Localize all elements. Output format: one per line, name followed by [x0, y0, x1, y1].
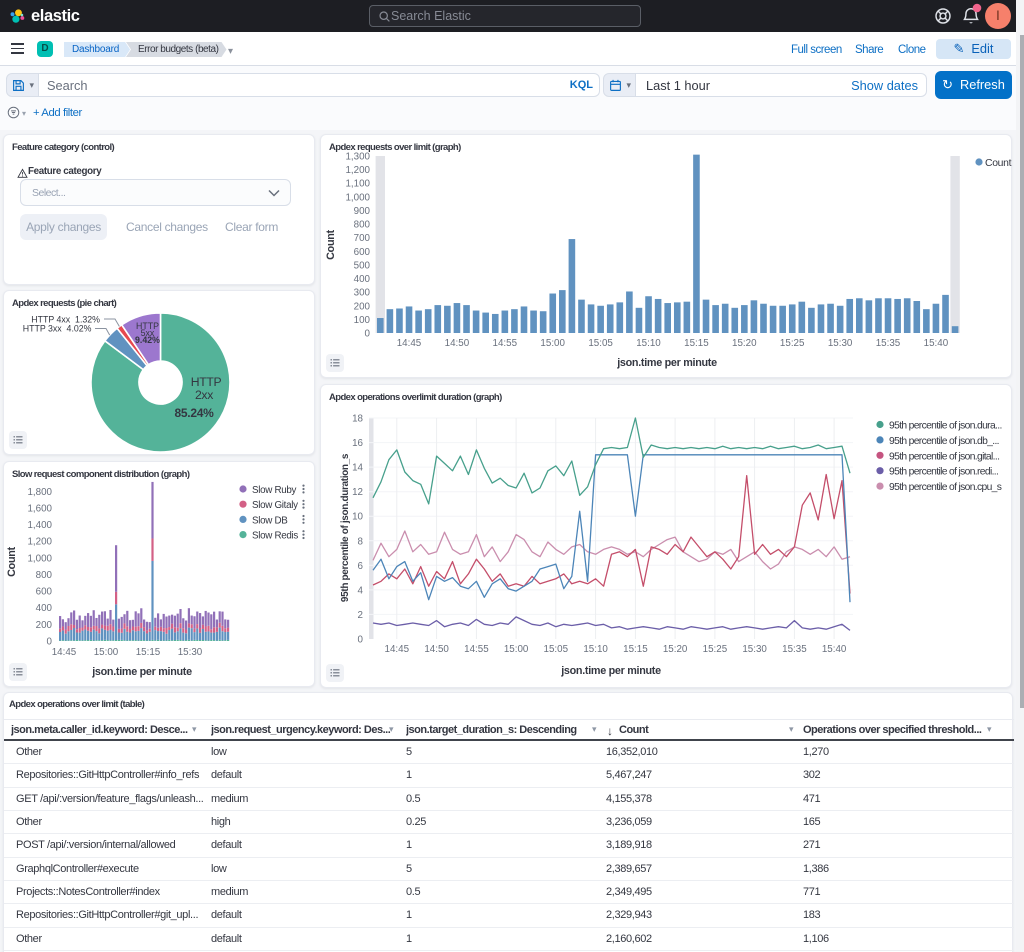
svg-text:14:45: 14:45	[397, 338, 422, 349]
svg-text:16: 16	[352, 438, 363, 449]
svg-text:200: 200	[354, 301, 371, 312]
svg-text:14:50: 14:50	[445, 338, 470, 349]
svg-text:14:45: 14:45	[385, 644, 410, 655]
svg-text:15:30: 15:30	[178, 647, 203, 658]
svg-text:15:20: 15:20	[663, 644, 688, 655]
svg-text:15:00: 15:00	[504, 644, 529, 655]
svg-text:Slow Gitaly: Slow Gitaly	[252, 500, 298, 511]
svg-text:1,600: 1,600	[27, 503, 52, 514]
svg-text:15:40: 15:40	[822, 644, 847, 655]
svg-text:4: 4	[358, 585, 364, 596]
svg-text:15:25: 15:25	[780, 338, 805, 349]
svg-text:Count: Count	[325, 229, 337, 259]
svg-text:1,800: 1,800	[27, 487, 52, 498]
svg-text:Slow Redis: Slow Redis	[252, 531, 298, 542]
svg-text:HTTP 3xx 4.02%: HTTP 3xx 4.02%	[23, 324, 92, 334]
svg-text:15:10: 15:10	[583, 644, 608, 655]
svg-text:Count: Count	[985, 158, 1012, 169]
svg-text:12: 12	[352, 487, 363, 498]
svg-text:15:15: 15:15	[136, 647, 161, 658]
svg-text:HTTP: HTTP	[191, 375, 222, 389]
svg-text:15:15: 15:15	[684, 338, 709, 349]
svg-text:14:45: 14:45	[52, 647, 77, 658]
svg-text:2xx: 2xx	[195, 388, 213, 402]
svg-text:15:30: 15:30	[742, 644, 767, 655]
svg-text:15:20: 15:20	[732, 338, 757, 349]
svg-text:400: 400	[354, 274, 371, 285]
svg-text:1,000: 1,000	[27, 553, 52, 564]
svg-text:15:35: 15:35	[782, 644, 807, 655]
svg-text:14:55: 14:55	[464, 644, 489, 655]
svg-text:15:10: 15:10	[636, 338, 661, 349]
svg-text:Count: Count	[6, 546, 18, 576]
svg-text:500: 500	[354, 260, 371, 271]
svg-text:json.time per minute: json.time per minute	[616, 357, 717, 369]
svg-text:6: 6	[358, 561, 364, 572]
svg-text:95th percentile of json.dura..: 95th percentile of json.dura...	[889, 421, 1002, 432]
svg-text:900: 900	[354, 206, 371, 217]
svg-text:95th percentile of json.durati: 95th percentile of json.duration_s	[340, 453, 351, 602]
svg-text:json.time per minute: json.time per minute	[560, 665, 661, 677]
svg-text:1,300: 1,300	[345, 152, 370, 163]
svg-text:800: 800	[354, 220, 371, 231]
svg-text:15:25: 15:25	[703, 644, 728, 655]
svg-text:15:40: 15:40	[924, 338, 949, 349]
svg-text:95th percentile of json.db_...: 95th percentile of json.db_...	[889, 436, 999, 447]
svg-text:15:35: 15:35	[876, 338, 901, 349]
svg-text:15:05: 15:05	[588, 338, 613, 349]
svg-text:1,200: 1,200	[345, 165, 370, 176]
svg-text:15:30: 15:30	[828, 338, 853, 349]
svg-text:json.time per minute: json.time per minute	[91, 666, 192, 678]
svg-text:600: 600	[354, 247, 371, 258]
svg-text:95th percentile of json.gital.: 95th percentile of json.gital...	[889, 451, 999, 462]
svg-text:1,400: 1,400	[27, 520, 52, 531]
svg-text:Slow DB: Slow DB	[252, 515, 288, 526]
svg-text:300: 300	[354, 288, 371, 299]
svg-text:14: 14	[352, 463, 363, 474]
svg-text:14:50: 14:50	[424, 644, 449, 655]
svg-text:18: 18	[352, 414, 363, 425]
svg-text:100: 100	[354, 315, 371, 326]
svg-text:14:55: 14:55	[493, 338, 518, 349]
svg-text:8: 8	[358, 536, 364, 547]
svg-text:600: 600	[36, 587, 53, 598]
svg-text:0: 0	[365, 329, 371, 340]
svg-text:1,000: 1,000	[345, 192, 370, 203]
svg-text:95th percentile of json.redi..: 95th percentile of json.redi...	[889, 467, 998, 478]
svg-text:400: 400	[36, 603, 53, 614]
svg-text:15:00: 15:00	[94, 647, 119, 658]
svg-text:Slow Ruby: Slow Ruby	[252, 485, 297, 496]
svg-text:1,200: 1,200	[27, 537, 52, 548]
svg-text:15:00: 15:00	[540, 338, 565, 349]
svg-text:9.42%: 9.42%	[135, 335, 160, 345]
svg-text:200: 200	[36, 620, 53, 631]
svg-text:1,100: 1,100	[345, 179, 370, 190]
svg-text:95th percentile of json.cpu_s: 95th percentile of json.cpu_s	[889, 482, 1002, 493]
svg-text:2: 2	[358, 610, 363, 621]
svg-text:0: 0	[47, 637, 53, 648]
svg-text:85.24%: 85.24%	[175, 406, 215, 420]
svg-text:15:05: 15:05	[544, 644, 569, 655]
svg-text:10: 10	[352, 512, 363, 523]
svg-text:700: 700	[354, 233, 371, 244]
svg-text:0: 0	[358, 635, 364, 646]
svg-text:15:15: 15:15	[623, 644, 648, 655]
svg-text:800: 800	[36, 570, 53, 581]
